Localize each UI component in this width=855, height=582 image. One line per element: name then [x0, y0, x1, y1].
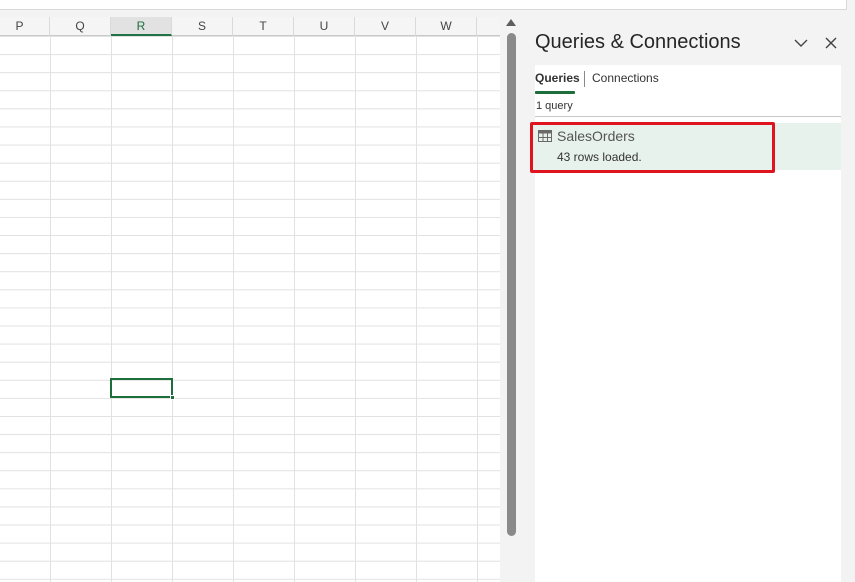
column-header-row: P Q R S T U V W [0, 17, 500, 36]
tab-divider [584, 71, 585, 87]
column-header-v[interactable]: V [355, 17, 416, 36]
scroll-up-arrow-icon[interactable] [506, 19, 516, 26]
grid-line [477, 36, 478, 582]
query-name[interactable]: SalesOrders [557, 128, 635, 144]
pane-body: Queries Connections 1 query SalesOrders … [530, 65, 841, 582]
queries-connections-pane: Queries & Connections Queries Connection… [528, 17, 855, 582]
query-status: 43 rows loaded. [557, 150, 642, 164]
column-header-t[interactable]: T [233, 17, 294, 36]
tab-connections[interactable]: Connections [592, 71, 659, 85]
grid-line [233, 36, 234, 582]
grid-line [416, 36, 417, 582]
column-header-s[interactable]: S [172, 17, 233, 36]
pane-tabs: Queries Connections [535, 65, 841, 95]
column-header-partial[interactable] [477, 17, 500, 36]
tab-queries[interactable]: Queries [535, 71, 580, 85]
pane-title: Queries & Connections [535, 31, 741, 53]
formula-bar-edge [0, 0, 847, 10]
grid-line [50, 36, 51, 582]
column-header-u[interactable]: U [294, 17, 355, 36]
divider [535, 116, 841, 117]
column-header-p[interactable]: P [0, 17, 50, 36]
cell-grid[interactable] [0, 36, 500, 582]
chevron-down-icon[interactable] [793, 35, 809, 51]
top-strip [0, 0, 855, 17]
query-item-salesorders[interactable]: SalesOrders 43 rows loaded. [531, 123, 841, 170]
close-icon[interactable] [823, 35, 839, 51]
grid-line [111, 36, 112, 582]
grid-line [355, 36, 356, 582]
column-header-w[interactable]: W [416, 17, 477, 36]
table-icon [538, 130, 552, 142]
fill-handle[interactable] [170, 395, 175, 400]
tab-active-indicator [535, 91, 575, 94]
spreadsheet-grid[interactable]: P Q R S T U V W [0, 17, 500, 582]
query-count: 1 query [536, 100, 573, 112]
scroll-thumb[interactable] [507, 33, 516, 536]
grid-line [172, 36, 173, 582]
excel-window: P Q R S T U V W Queries & Connections Qu… [0, 0, 855, 582]
column-header-r[interactable]: R [111, 17, 172, 36]
column-header-q[interactable]: Q [50, 17, 111, 36]
grid-line [294, 36, 295, 582]
active-cell[interactable] [110, 378, 173, 398]
